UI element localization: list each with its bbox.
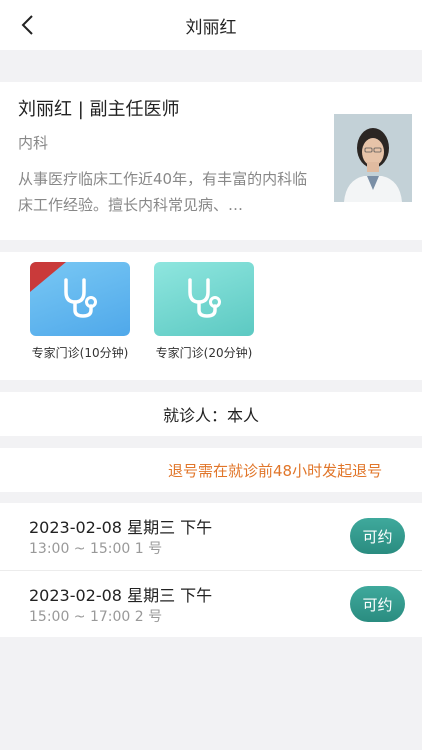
- back-button[interactable]: [14, 12, 40, 38]
- chevron-left-icon: [21, 15, 33, 35]
- slot-list: 2023-02-08 星期三 下午 13:00 ~ 15:00 1 号 可约 2…: [0, 503, 422, 637]
- doctor-photo: [334, 114, 412, 202]
- service-item-20min[interactable]: 专家门诊(20分钟): [149, 262, 259, 361]
- slot-time: 15:00 ~ 17:00 2 号: [29, 609, 163, 625]
- notice-text: 退号需在就诊前48小时发起退号: [168, 462, 383, 480]
- doctor-card: 刘丽红 | 副主任医师 内科 从事医疗临床工作近40年，有丰富的内科临床工作经验…: [0, 82, 422, 240]
- slot-date: 2023-02-08 星期三 下午: [29, 518, 213, 537]
- page-title: 刘丽红: [185, 17, 237, 38]
- book-button[interactable]: 可约: [350, 518, 405, 554]
- slot-date: 2023-02-08 星期三 下午: [29, 586, 213, 605]
- patient-label: 就诊人：本人: [162, 406, 259, 425]
- stethoscope-icon: [188, 278, 221, 318]
- slot-time: 13:00 ~ 15:00 1 号: [29, 541, 163, 557]
- service-icon-box: [154, 262, 254, 336]
- nav-bar: 刘丽红: [0, 0, 422, 50]
- service-card: 专家门诊(10分钟) 专家门诊(20分钟): [0, 252, 422, 380]
- slot-row: 2023-02-08 星期三 下午 13:00 ~ 15:00 1 号 可约: [0, 503, 422, 570]
- service-label: 专家门诊(10分钟): [31, 346, 129, 360]
- doctor-description: 从事医疗临床工作近40年，有丰富的内科临床工作经验。擅长内科常见病、…: [18, 170, 308, 214]
- book-button[interactable]: 可约: [350, 586, 405, 622]
- slot-row: 2023-02-08 星期三 下午 15:00 ~ 17:00 2 号 可约: [0, 570, 422, 637]
- patient-selector[interactable]: 就诊人：本人: [0, 392, 422, 436]
- notice-bar: 退号需在就诊前48小时发起退号: [0, 448, 422, 492]
- service-icon-box: [30, 262, 130, 336]
- service-label: 专家门诊(20分钟): [155, 346, 253, 360]
- service-item-10min[interactable]: 专家门诊(10分钟): [25, 262, 135, 361]
- doctor-name-title: 刘丽红 | 副主任医师: [18, 99, 180, 120]
- doctor-department: 内科: [18, 134, 49, 152]
- corner-badge: [30, 262, 66, 292]
